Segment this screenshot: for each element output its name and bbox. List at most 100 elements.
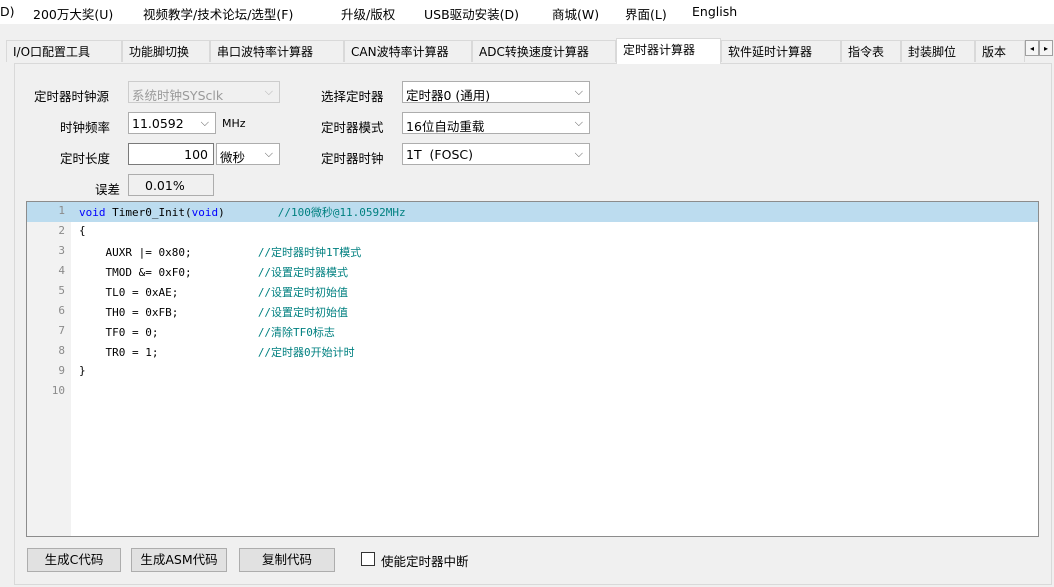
menu-item-video[interactable]: 视频教学/技术论坛/选型(F)	[143, 4, 293, 23]
menu-item-english[interactable]: English	[692, 4, 737, 19]
menu-bar: D) 200万大奖(U) 视频教学/技术论坛/选型(F) 升级/版权 USB驱动…	[0, 0, 1054, 24]
clock-source-label: 定时器时钟源	[34, 89, 110, 104]
timer-clock-value: 1T (FOSC)	[406, 147, 473, 162]
code-text: TH0 = 0xFB; //设置定时初始值	[79, 304, 348, 320]
timing-length-input[interactable]: 100	[128, 143, 214, 165]
menu-item-upgrade[interactable]: 升级/版权	[341, 4, 395, 23]
tab-uart-baud[interactable]: 串口波特率计算器	[210, 40, 344, 62]
code-token: }	[79, 364, 86, 377]
menu-item-interface[interactable]: 界面(L)	[625, 4, 667, 23]
line-number: 8	[58, 344, 65, 357]
chevron-down-icon: ⌵	[264, 85, 273, 98]
code-line[interactable]: 7 TF0 = 0; //清除TF0标志	[27, 322, 1038, 342]
menu-item-d[interactable]: D)	[0, 4, 15, 19]
code-comment: //清除TF0标志	[257, 326, 335, 339]
code-text: void Timer0_Init(void) //100微秒@11.0592MH…	[79, 204, 406, 220]
line-number: 10	[51, 384, 65, 397]
tab-adc-speed[interactable]: ADC转换速度计算器	[472, 40, 616, 62]
generate-asm-code-button[interactable]: 生成ASM代码	[131, 548, 227, 572]
code-text: TL0 = 0xAE; //设置定时初始值	[79, 284, 348, 300]
code-token: TMOD &= 0xF0;	[79, 266, 258, 279]
code-line[interactable]: 6 TH0 = 0xFB; //设置定时初始值	[27, 302, 1038, 322]
clock-source-select: 系统时钟SYSclk ⌵	[128, 81, 280, 103]
code-line[interactable]: 10	[27, 382, 1038, 402]
code-text: }	[79, 364, 86, 377]
tab-package-pins[interactable]: 封装脚位	[901, 40, 975, 62]
copy-code-button[interactable]: 复制代码	[239, 548, 335, 572]
timer-mode-select[interactable]: 16位自动重载 ⌵	[402, 112, 590, 134]
code-line[interactable]: 2{	[27, 222, 1038, 242]
tab-io-config[interactable]: I/O口配置工具	[6, 40, 122, 62]
tab-instruction-table[interactable]: 指令表	[841, 40, 901, 62]
tab-timer-calc[interactable]: 定时器计算器	[616, 38, 721, 64]
code-comment: //设置定时初始值	[257, 286, 349, 299]
code-comment: //定时器0开始计时	[257, 346, 355, 359]
clock-source-value: 系统时钟SYSclk	[132, 88, 224, 103]
generate-c-code-button[interactable]: 生成C代码	[27, 548, 121, 572]
chevron-down-icon: ⌵	[574, 147, 583, 160]
timer-clock-select[interactable]: 1T (FOSC) ⌵	[402, 143, 590, 165]
code-editor[interactable]: 1 void Timer0_Init(void) //100微秒@11.0592M…	[26, 201, 1039, 537]
clock-freq-select[interactable]: 11.0592 ⌵	[128, 112, 216, 134]
code-token: TL0 = 0xAE;	[79, 286, 258, 299]
timer-mode-label: 定时器模式	[321, 120, 384, 135]
clock-freq-value: 11.0592	[132, 116, 184, 131]
select-timer-select[interactable]: 定时器0 (通用) ⌵	[402, 81, 590, 103]
code-token: )	[218, 206, 278, 219]
code-token: TR0 = 1;	[79, 346, 258, 359]
timing-unit-select[interactable]: 微秒 ⌵	[216, 143, 280, 165]
chevron-down-icon: ⌵	[200, 116, 209, 129]
code-token: {	[79, 224, 86, 237]
tab-version[interactable]: 版本	[975, 40, 1025, 62]
code-line[interactable]: 3 AUXR |= 0x80; //定时器时钟1T模式	[27, 242, 1038, 262]
chevron-down-icon: ⌵	[574, 85, 583, 98]
code-keyword: void	[191, 206, 219, 219]
code-text: TF0 = 0; //清除TF0标志	[79, 324, 335, 340]
enable-interrupt-checkbox[interactable]	[361, 552, 375, 566]
clock-freq-unit: MHz	[222, 117, 246, 130]
error-value-box: 0.01%	[128, 174, 214, 196]
line-number: 5	[58, 284, 65, 297]
code-keyword: void	[79, 206, 106, 219]
tab-delay-calc[interactable]: 软件延时计算器	[721, 40, 841, 62]
code-line[interactable]: 4 TMOD &= 0xF0; //设置定时器模式	[27, 262, 1038, 282]
code-token: Timer0_Init(	[105, 206, 192, 219]
clock-freq-label: 时钟频率	[60, 120, 111, 135]
code-line[interactable]: 5 TL0 = 0xAE; //设置定时初始值	[27, 282, 1038, 302]
line-number: 1	[58, 204, 65, 217]
code-line[interactable]: 9}	[27, 362, 1038, 382]
code-line[interactable]: 1 void Timer0_Init(void) //100微秒@11.0592M…	[27, 202, 1038, 222]
timing-unit-value: 微秒	[220, 150, 246, 165]
tab-bar: I/O口配置工具 功能脚切换 串口波特率计算器 CAN波特率计算器 ADC转换速…	[0, 38, 1054, 64]
tab-scroll-left-button[interactable]: ◂	[1025, 40, 1039, 56]
tab-scroll-right-button[interactable]: ▸	[1039, 40, 1053, 56]
select-timer-label: 选择定时器	[321, 89, 384, 104]
select-timer-value: 定时器0 (通用)	[406, 88, 491, 103]
line-number: 3	[58, 244, 65, 257]
tab-can-baud[interactable]: CAN波特率计算器	[344, 40, 472, 62]
timer-mode-value: 16位自动重载	[406, 119, 485, 134]
code-token: AUXR |= 0x80;	[79, 246, 258, 259]
code-comment: //设置定时器模式	[257, 266, 349, 279]
line-number: 7	[58, 324, 65, 337]
error-label: 误差	[95, 182, 121, 197]
code-token: TH0 = 0xFB;	[79, 306, 258, 319]
code-text: AUXR |= 0x80; //定时器时钟1T模式	[79, 244, 361, 260]
code-text: TR0 = 1; //定时器0开始计时	[79, 344, 355, 360]
menu-item-usb-driver[interactable]: USB驱动安装(D)	[424, 4, 519, 23]
code-text: TMOD &= 0xF0; //设置定时器模式	[79, 264, 348, 280]
line-number: 2	[58, 224, 65, 237]
code-text: {	[79, 224, 86, 237]
tab-pin-switch[interactable]: 功能脚切换	[122, 40, 210, 62]
enable-interrupt-label[interactable]: 使能定时器中断	[381, 551, 469, 570]
timer-clock-label: 定时器时钟	[321, 151, 384, 166]
chevron-down-icon: ⌵	[574, 116, 583, 129]
line-number: 4	[58, 264, 65, 277]
code-comment: //设置定时初始值	[257, 306, 349, 319]
error-value: 0.01%	[145, 178, 185, 193]
menu-item-prize[interactable]: 200万大奖(U)	[33, 4, 113, 23]
code-line[interactable]: 8 TR0 = 1; //定时器0开始计时	[27, 342, 1038, 362]
code-comment: //100微秒@11.0592MHz	[277, 206, 406, 219]
menu-item-shop[interactable]: 商城(W)	[552, 4, 599, 23]
timing-length-value: 100	[184, 147, 208, 162]
